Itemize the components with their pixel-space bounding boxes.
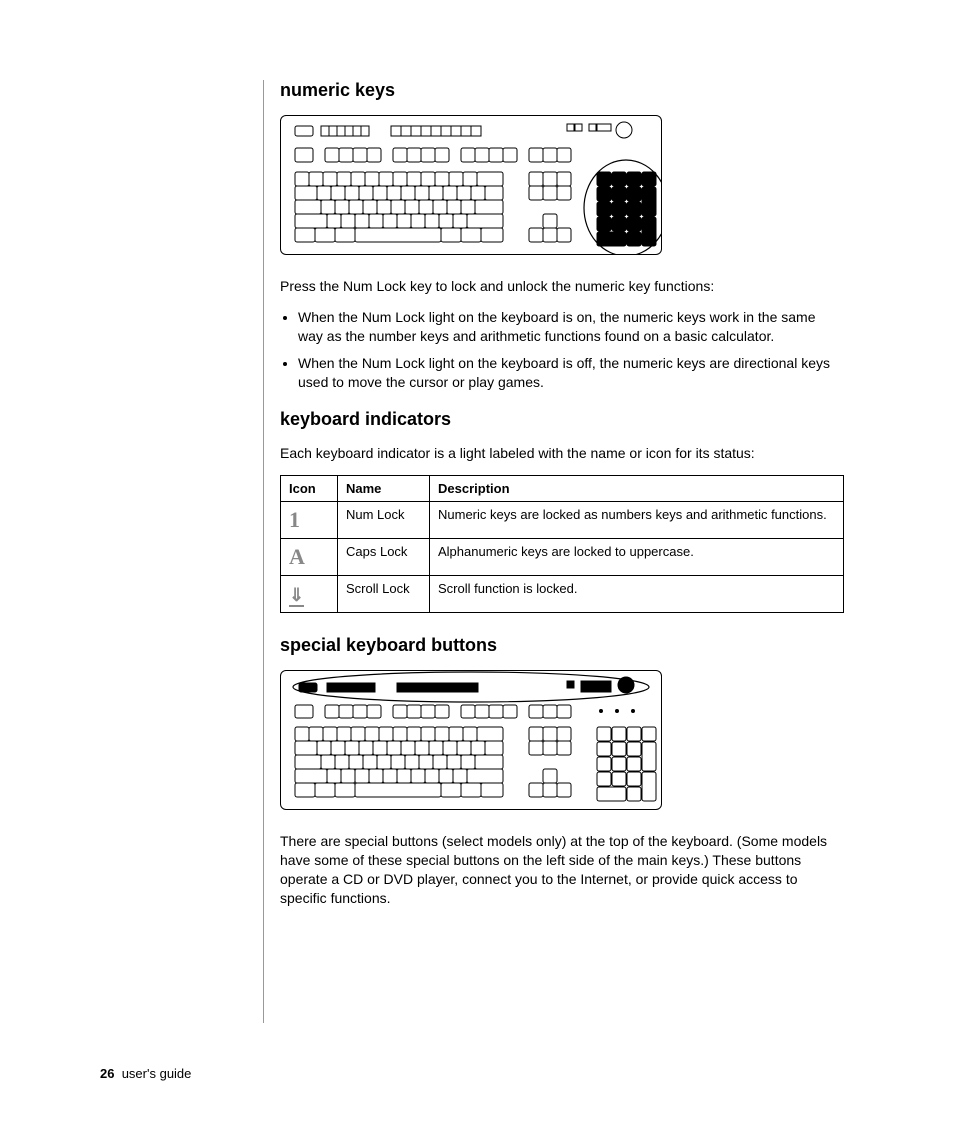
keyboard-illustration-special <box>280 670 662 810</box>
left-margin-rule <box>263 80 264 1023</box>
row-name: Scroll Lock <box>338 576 430 613</box>
bullet-numlock-off: When the Num Lock light on the keyboard … <box>298 354 844 392</box>
page-footer: 26 user's guide <box>100 1066 191 1081</box>
numeric-bullets: When the Num Lock light on the keyboard … <box>280 308 844 392</box>
bullet-numlock-on: When the Num Lock light on the keyboard … <box>298 308 844 346</box>
indicators-table: Icon Name Description 1 Num Lock Numeric… <box>280 475 844 613</box>
scrolllock-icon: ⇓ <box>281 576 338 613</box>
heading-special-buttons: special keyboard buttons <box>280 635 844 656</box>
indicators-intro-para: Each keyboard indicator is a light label… <box>280 444 844 463</box>
numlock-icon: 1 <box>281 502 338 539</box>
heading-keyboard-indicators: keyboard indicators <box>280 409 844 430</box>
heading-numeric-keys: numeric keys <box>280 80 844 101</box>
row-desc: Alphanumeric keys are locked to uppercas… <box>430 539 844 576</box>
row-name: Caps Lock <box>338 539 430 576</box>
th-desc: Description <box>430 476 844 502</box>
th-icon: Icon <box>281 476 338 502</box>
table-row: ⇓ Scroll Lock Scroll function is locked. <box>281 576 844 613</box>
table-row: 1 Num Lock Numeric keys are locked as nu… <box>281 502 844 539</box>
capslock-icon: A <box>281 539 338 576</box>
page-number: 26 <box>100 1066 114 1081</box>
th-name: Name <box>338 476 430 502</box>
row-name: Num Lock <box>338 502 430 539</box>
numeric-intro-para: Press the Num Lock key to lock and unloc… <box>280 277 844 296</box>
keyboard-illustration-numeric <box>280 115 662 255</box>
row-desc: Numeric keys are locked as numbers keys … <box>430 502 844 539</box>
row-desc: Scroll function is locked. <box>430 576 844 613</box>
footer-label: user's guide <box>122 1066 192 1081</box>
table-row: A Caps Lock Alphanumeric keys are locked… <box>281 539 844 576</box>
special-buttons-para: There are special buttons (select models… <box>280 832 844 908</box>
